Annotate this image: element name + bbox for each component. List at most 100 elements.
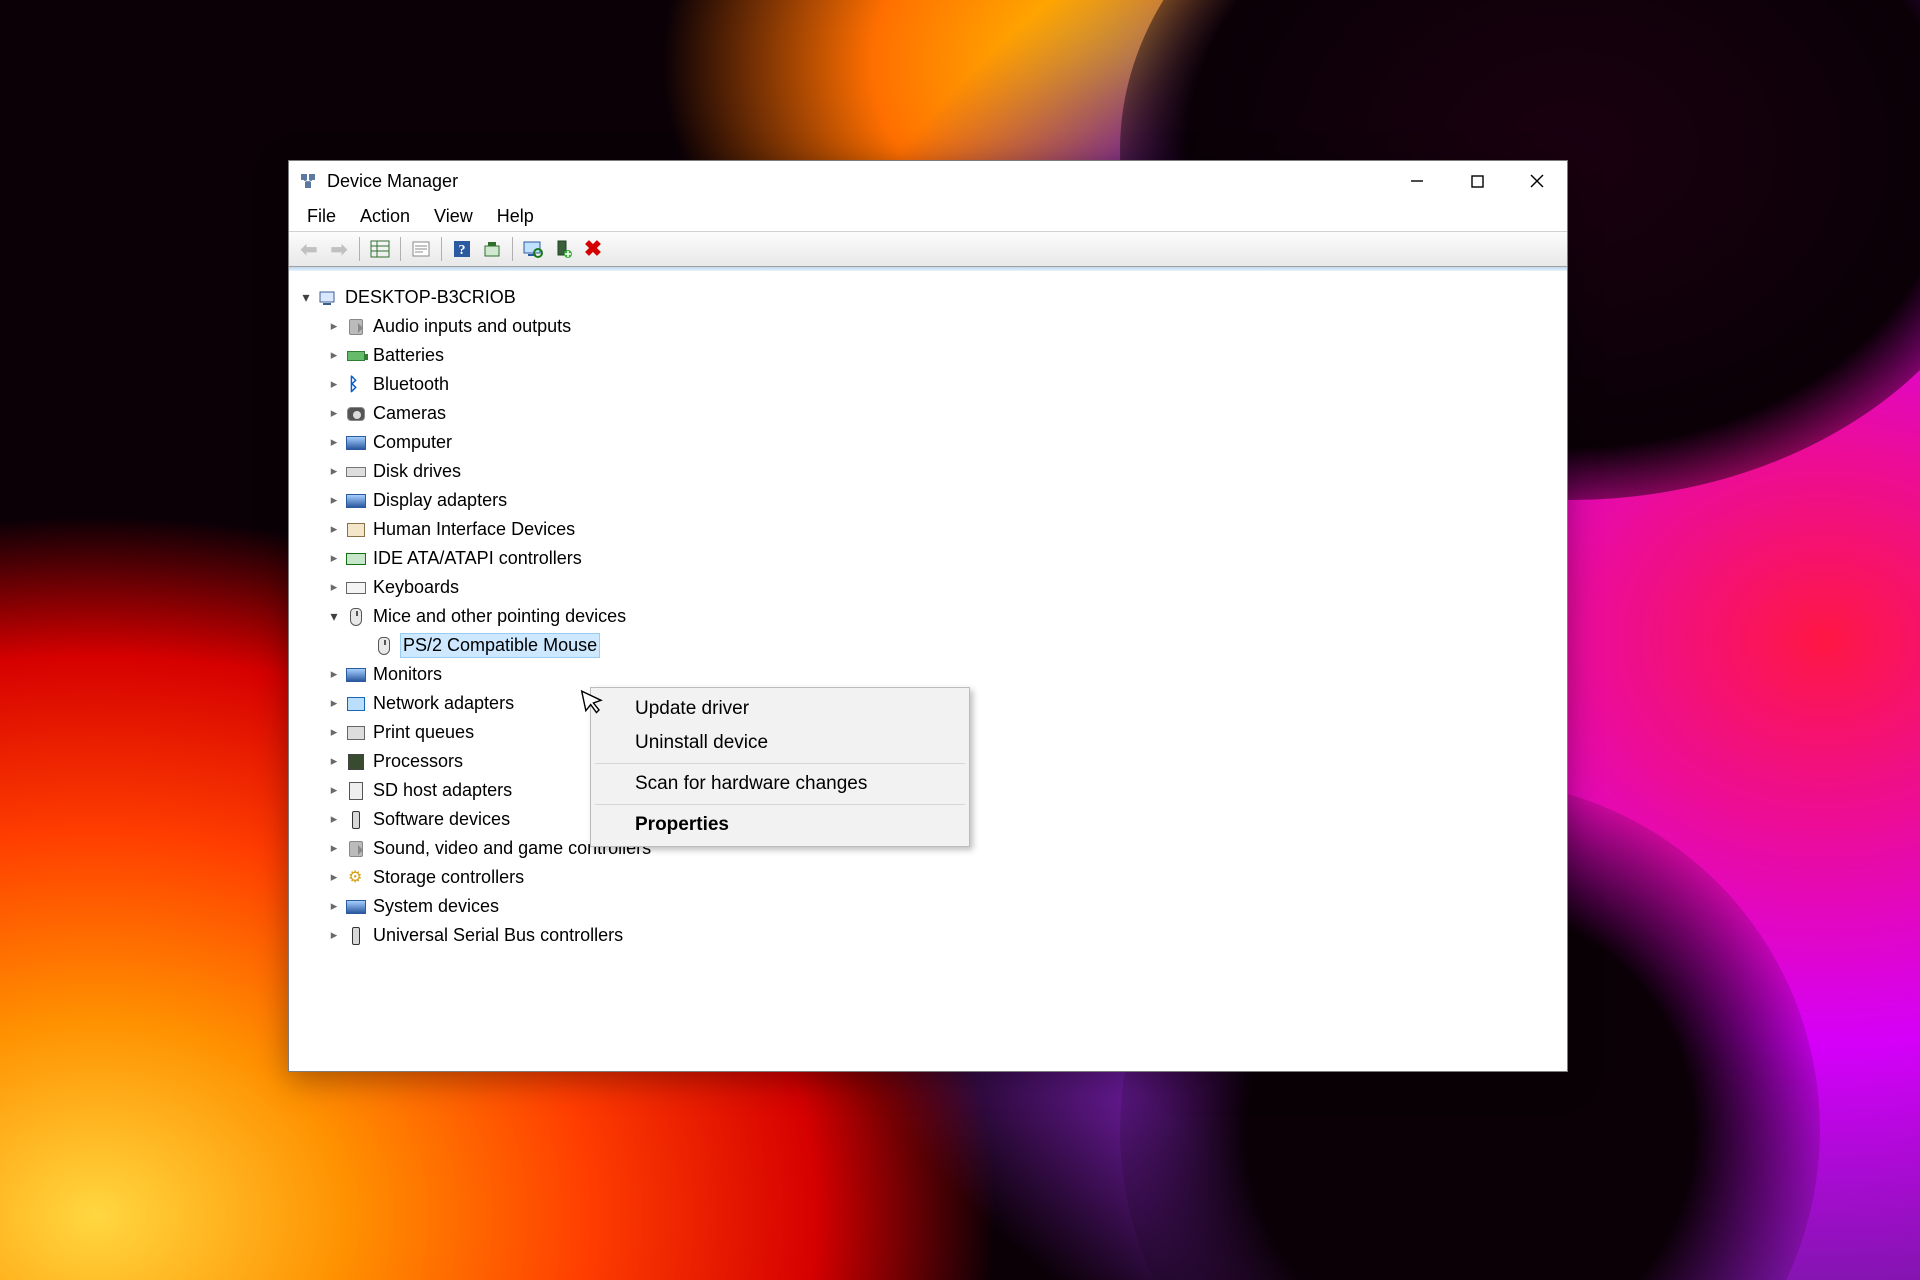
chevron-right-icon[interactable]	[325, 376, 343, 393]
category-label: System devices	[373, 895, 499, 918]
help-icon: ?	[453, 240, 471, 258]
context-update-driver[interactable]: Update driver	[593, 692, 967, 726]
tree-category[interactable]: Human Interface Devices	[297, 515, 1559, 544]
gear-icon: ⚙	[345, 867, 367, 889]
chevron-right-icon[interactable]	[325, 347, 343, 364]
category-label: Disk drives	[373, 460, 461, 483]
chevron-right-icon[interactable]	[325, 521, 343, 538]
close-button[interactable]	[1507, 161, 1567, 201]
mouse-icon	[345, 606, 367, 628]
tree-category[interactable]: ᛒ Bluetooth	[297, 370, 1559, 399]
chevron-right-icon[interactable]	[325, 898, 343, 915]
chevron-right-icon[interactable]	[325, 811, 343, 828]
usb-icon	[345, 925, 367, 947]
chevron-down-icon[interactable]	[325, 607, 343, 626]
category-label: Display adapters	[373, 489, 507, 512]
menu-help[interactable]: Help	[487, 204, 544, 229]
chevron-right-icon[interactable]	[325, 869, 343, 886]
chevron-right-icon[interactable]	[325, 550, 343, 567]
context-uninstall-device[interactable]: Uninstall device	[593, 726, 967, 760]
x-icon: ✖	[584, 236, 602, 262]
chevron-right-icon[interactable]	[325, 927, 343, 944]
chevron-right-icon[interactable]	[325, 463, 343, 480]
category-label: Print queues	[373, 721, 474, 744]
toolbar-separator	[400, 237, 401, 261]
tree-category[interactable]: Universal Serial Bus controllers	[297, 921, 1559, 950]
maximize-button[interactable]	[1447, 161, 1507, 201]
forward-button[interactable]: ➡	[325, 235, 353, 263]
back-button[interactable]: ⬅	[295, 235, 323, 263]
chevron-right-icon[interactable]	[325, 840, 343, 857]
sd-icon	[345, 780, 367, 802]
tree-category[interactable]: Computer	[297, 428, 1559, 457]
chevron-right-icon[interactable]	[325, 405, 343, 422]
tree-category[interactable]: Disk drives	[297, 457, 1559, 486]
monitor-icon	[345, 664, 367, 686]
update-driver-button[interactable]	[519, 235, 547, 263]
tree-category[interactable]: System devices	[297, 892, 1559, 921]
tree-category[interactable]: Audio inputs and outputs	[297, 312, 1559, 341]
menu-bar: File Action View Help	[289, 201, 1567, 231]
uninstall-button[interactable]: ✖	[579, 235, 607, 263]
window-title: Device Manager	[327, 171, 458, 192]
tree-category[interactable]: Cameras	[297, 399, 1559, 428]
svg-text:?: ?	[459, 243, 466, 258]
tree-root[interactable]: DESKTOP-B3CRIOB	[297, 283, 1559, 312]
properties-button[interactable]	[407, 235, 435, 263]
category-label: Mice and other pointing devices	[373, 605, 626, 628]
arrow-left-icon: ⬅	[301, 237, 318, 262]
chevron-right-icon[interactable]	[325, 434, 343, 451]
usb-icon	[345, 809, 367, 831]
grid-icon	[370, 240, 390, 258]
tree-category[interactable]: Mice and other pointing devices	[297, 602, 1559, 631]
tree-category[interactable]: Display adapters	[297, 486, 1559, 515]
computer-icon	[317, 287, 339, 309]
category-label: Bluetooth	[373, 373, 449, 396]
tree-device[interactable]: PS/2 Compatible Mouse	[297, 631, 1559, 660]
close-icon	[1530, 174, 1544, 188]
help-button[interactable]: ?	[448, 235, 476, 263]
tree-category[interactable]: IDE ATA/ATAPI controllers	[297, 544, 1559, 573]
camera-icon	[345, 403, 367, 425]
show-hidden-button[interactable]	[366, 235, 394, 263]
chevron-right-icon[interactable]	[325, 753, 343, 770]
minimize-button[interactable]	[1387, 161, 1447, 201]
title-bar[interactable]: Device Manager	[289, 161, 1567, 201]
printer-icon	[345, 722, 367, 744]
tree-category[interactable]: Batteries	[297, 341, 1559, 370]
tree-category[interactable]: Keyboards	[297, 573, 1559, 602]
expander-icon[interactable]	[297, 288, 315, 307]
net-icon	[345, 693, 367, 715]
chevron-right-icon[interactable]	[325, 579, 343, 596]
disk-icon	[345, 461, 367, 483]
context-properties[interactable]: Properties	[593, 808, 967, 842]
toolbar-separator	[441, 237, 442, 261]
bluetooth-icon: ᛒ	[345, 374, 367, 396]
category-label: Universal Serial Bus controllers	[373, 924, 623, 947]
monitor-icon	[345, 432, 367, 454]
tree-category[interactable]: Monitors	[297, 660, 1559, 689]
menu-view[interactable]: View	[424, 204, 483, 229]
device-label: PS/2 Compatible Mouse	[401, 634, 599, 657]
chevron-right-icon[interactable]	[325, 666, 343, 683]
chevron-right-icon[interactable]	[325, 318, 343, 335]
menu-action[interactable]: Action	[350, 204, 420, 229]
monitor-search-icon	[523, 240, 543, 258]
chevron-right-icon[interactable]	[325, 724, 343, 741]
device-manager-window: Device Manager File Action View Help ⬅ ➡	[288, 160, 1568, 1072]
add-legacy-button[interactable]	[549, 235, 577, 263]
scan-hardware-button[interactable]	[478, 235, 506, 263]
category-label: Keyboards	[373, 576, 459, 599]
chevron-right-icon[interactable]	[325, 492, 343, 509]
arrow-right-icon: ➡	[331, 237, 348, 262]
tree-category[interactable]: ⚙Storage controllers	[297, 863, 1559, 892]
toolbar-separator	[512, 237, 513, 261]
context-scan-hardware[interactable]: Scan for hardware changes	[593, 767, 967, 801]
hid-icon	[345, 519, 367, 541]
menu-file[interactable]: File	[297, 204, 346, 229]
chip-icon	[345, 751, 367, 773]
chevron-right-icon[interactable]	[325, 695, 343, 712]
chevron-right-icon[interactable]	[325, 782, 343, 799]
speaker-icon	[345, 316, 367, 338]
device-tree[interactable]: DESKTOP-B3CRIOB Audio inputs and outputs…	[289, 271, 1567, 1071]
